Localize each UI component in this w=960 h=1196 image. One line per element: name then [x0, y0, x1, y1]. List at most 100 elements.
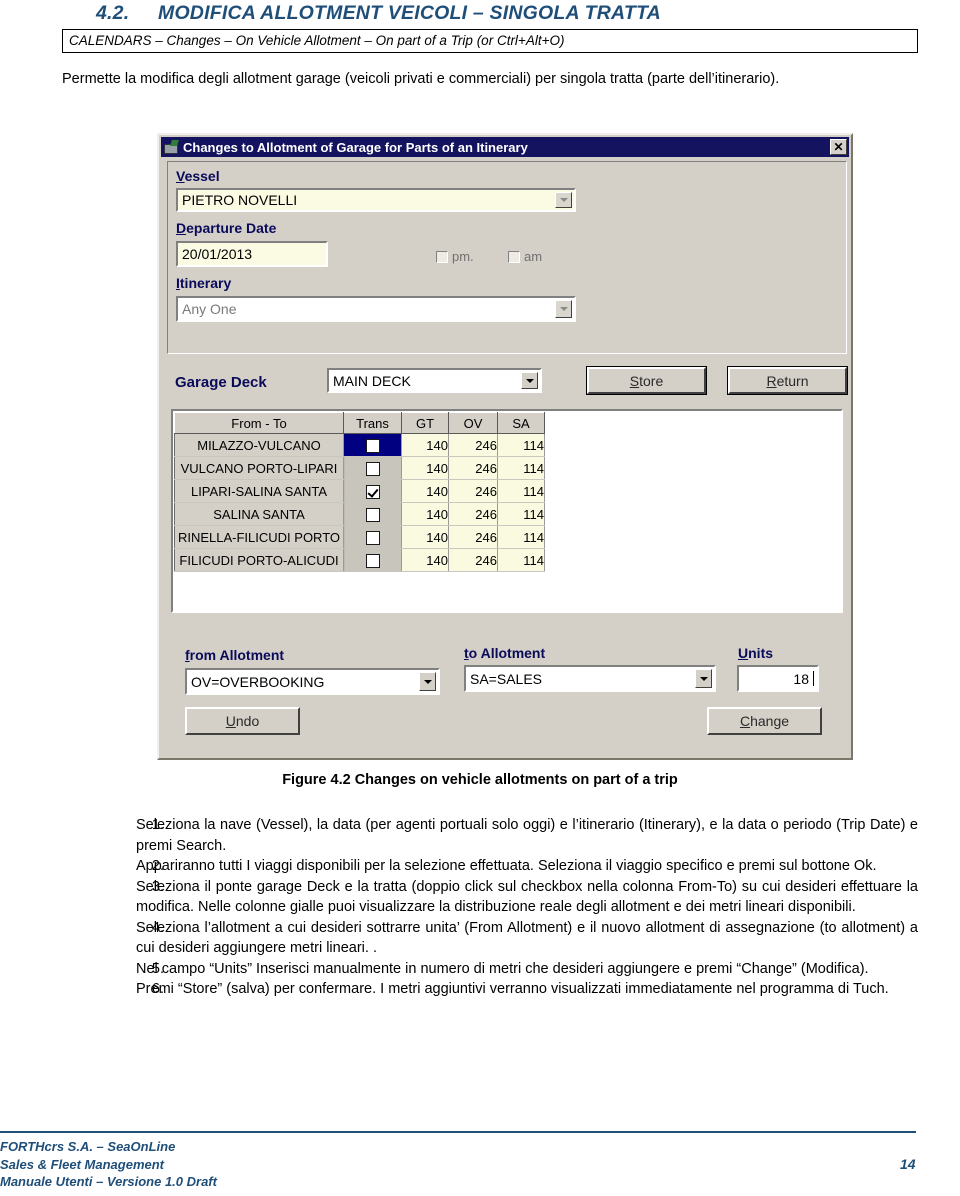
cell-gt: 140: [401, 502, 449, 526]
cell-route[interactable]: SALINA SANTA: [174, 502, 344, 526]
figure-caption: Figure 4.2 Changes on vehicle allotments…: [282, 772, 678, 788]
step-text: Premi “Store” (salva) per confermare. I …: [136, 981, 889, 997]
trans-checkbox[interactable]: [365, 553, 380, 568]
step-number: 2.: [151, 858, 164, 874]
step-number: 4.: [151, 919, 164, 936]
store-button[interactable]: Store: [587, 367, 706, 394]
cell-gt: 140: [401, 525, 449, 549]
trans-checkbox[interactable]: [365, 507, 380, 522]
cell-sa: 114: [497, 548, 545, 572]
am-checkbox-box[interactable]: [508, 250, 520, 263]
cell-sa: 114: [497, 502, 545, 526]
undo-button-label: Undo: [225, 713, 260, 729]
am-checkbox-label: am: [524, 249, 543, 264]
cell-gt: 140: [401, 456, 449, 480]
column-header-trans[interactable]: Trans: [343, 412, 402, 434]
step-number: 1.: [151, 817, 164, 833]
dialog-titlebar[interactable]: Changes to Allotment of Garage for Parts…: [161, 137, 849, 157]
garage-deck-combo[interactable]: MAIN DECK: [327, 368, 542, 393]
change-button[interactable]: Change: [707, 707, 822, 735]
column-header-gt[interactable]: GT: [401, 412, 449, 434]
dialog-window: Changes to Allotment of Garage for Parts…: [157, 133, 853, 760]
cell-sa: 114: [497, 433, 545, 457]
from-allotment-label: from Allotment: [185, 647, 285, 663]
cell-route[interactable]: VULCANO PORTO-LIPARI: [174, 456, 344, 480]
table-row: MILAZZO-VULCANO 140 246 114: [174, 433, 545, 457]
vessel-combo[interactable]: PIETRO NOVELLI: [176, 188, 576, 212]
step-number: 6.: [151, 981, 164, 997]
dialog-title: Changes to Allotment of Garage for Parts…: [183, 139, 528, 155]
search-criteria-panel: Vessel PIETRO NOVELLI Departure Date 20/…: [167, 161, 847, 354]
cell-trans-checkbox[interactable]: [343, 502, 402, 526]
cell-ov: 246: [448, 456, 498, 480]
cell-sa: 114: [497, 456, 545, 480]
cell-trans-checkbox[interactable]: [343, 456, 402, 480]
departure-date-input[interactable]: 20/01/2013: [176, 241, 328, 267]
column-header-sa[interactable]: SA: [497, 412, 545, 434]
itinerary-combo[interactable]: Any One: [176, 296, 576, 322]
table-row: SALINA SANTA 140 246 114: [174, 502, 545, 526]
to-allotment-label: to Allotment: [464, 645, 546, 661]
am-checkbox[interactable]: am: [508, 249, 542, 264]
to-allotment-combo[interactable]: SA=SALES: [464, 665, 716, 692]
from-allotment-combo[interactable]: OV=OVERBOOKING: [185, 668, 440, 695]
cell-route[interactable]: LIPARI-SALINA SANTA: [174, 479, 344, 503]
units-input[interactable]: 18: [737, 665, 819, 692]
departure-date-label: Departure Date: [176, 220, 277, 236]
departure-date-value: 20/01/2013: [182, 246, 253, 262]
column-header-ov[interactable]: OV: [448, 412, 498, 434]
units-value: 18: [793, 670, 809, 687]
footer-text: FORTHcrs S.A. – SeaOnLine Sales & Fleet …: [0, 1138, 217, 1191]
step-text: Seleziona la nave (Vessel), la data (per…: [136, 817, 918, 854]
cell-trans-checkbox[interactable]: [343, 479, 402, 503]
undo-button[interactable]: Undo: [185, 707, 300, 735]
table-row: LIPARI-SALINA SANTA 140 246 114: [174, 479, 545, 503]
return-button[interactable]: Return: [728, 367, 847, 394]
chevron-down-icon[interactable]: [555, 300, 572, 318]
cell-ov: 246: [448, 548, 498, 572]
trans-checkbox[interactable]: [365, 461, 380, 476]
trans-checkbox[interactable]: [365, 530, 380, 545]
chevron-down-icon[interactable]: [555, 192, 572, 208]
cell-ov: 246: [448, 502, 498, 526]
cell-route[interactable]: RINELLA-FILICUDI PORTO: [174, 525, 344, 549]
cell-sa: 114: [497, 479, 545, 503]
cell-trans-checkbox[interactable]: [343, 525, 402, 549]
page-title: 4.2. MODIFICA ALLOTMENT VEICOLI – SINGOLA…: [96, 2, 916, 25]
column-header-from-to[interactable]: From - To: [174, 412, 344, 434]
steps-list: 1. Seleziona la nave (Vessel), la data (…: [96, 815, 918, 1000]
cell-sa: 114: [497, 525, 545, 549]
pm-checkbox-label: pm.: [452, 249, 474, 264]
trans-checkbox[interactable]: [365, 438, 380, 453]
garage-deck-label: Garage Deck: [175, 374, 267, 391]
list-item: 3. Seleziona il ponte garage Deck e la t…: [96, 877, 918, 918]
itinerary-value: Any One: [182, 301, 237, 317]
page-number: 14: [900, 1156, 916, 1172]
menu-path-box: CALENDARS – Changes – On Vehicle Allotme…: [62, 29, 918, 53]
chevron-down-icon[interactable]: [695, 669, 712, 688]
footer-line-2: Sales & Fleet Management: [0, 1156, 164, 1172]
cell-ov: 246: [448, 479, 498, 503]
pm-checkbox-box[interactable]: [436, 250, 448, 263]
step-text: Appariranno tutti I viaggi disponibili p…: [136, 858, 877, 874]
section-number: 4.2.: [96, 2, 130, 24]
footer-line-3: Manuale Utenti – Versione 1.0 Draft: [0, 1174, 217, 1189]
section-title: MODIFICA ALLOTMENT VEICOLI – SINGOLA TRA…: [158, 2, 661, 24]
chevron-down-icon[interactable]: [521, 372, 538, 389]
list-item: 6. Premi “Store” (salva) per confermare.…: [96, 979, 918, 1000]
cell-route[interactable]: MILAZZO-VULCANO: [174, 433, 344, 457]
cell-route[interactable]: FILICUDI PORTO-ALICUDI: [174, 548, 344, 572]
ship-icon: [163, 140, 179, 154]
cell-trans-checkbox[interactable]: [343, 433, 402, 457]
return-button-label: Return: [766, 372, 809, 389]
chevron-down-icon[interactable]: [419, 672, 436, 691]
close-icon[interactable]: ✕: [830, 139, 847, 155]
cell-gt: 140: [401, 479, 449, 503]
allotment-grid-panel[interactable]: From - To Trans GT OV SA MILAZZO-VULCANO…: [171, 409, 843, 613]
table-row: VULCANO PORTO-LIPARI 140 246 114: [174, 456, 545, 480]
pm-checkbox[interactable]: pm.: [436, 249, 474, 264]
trans-checkbox[interactable]: [365, 484, 380, 499]
cell-trans-checkbox[interactable]: [343, 548, 402, 572]
cell-ov: 246: [448, 433, 498, 457]
table-row: RINELLA-FILICUDI PORTO 140 246 114: [174, 525, 545, 549]
